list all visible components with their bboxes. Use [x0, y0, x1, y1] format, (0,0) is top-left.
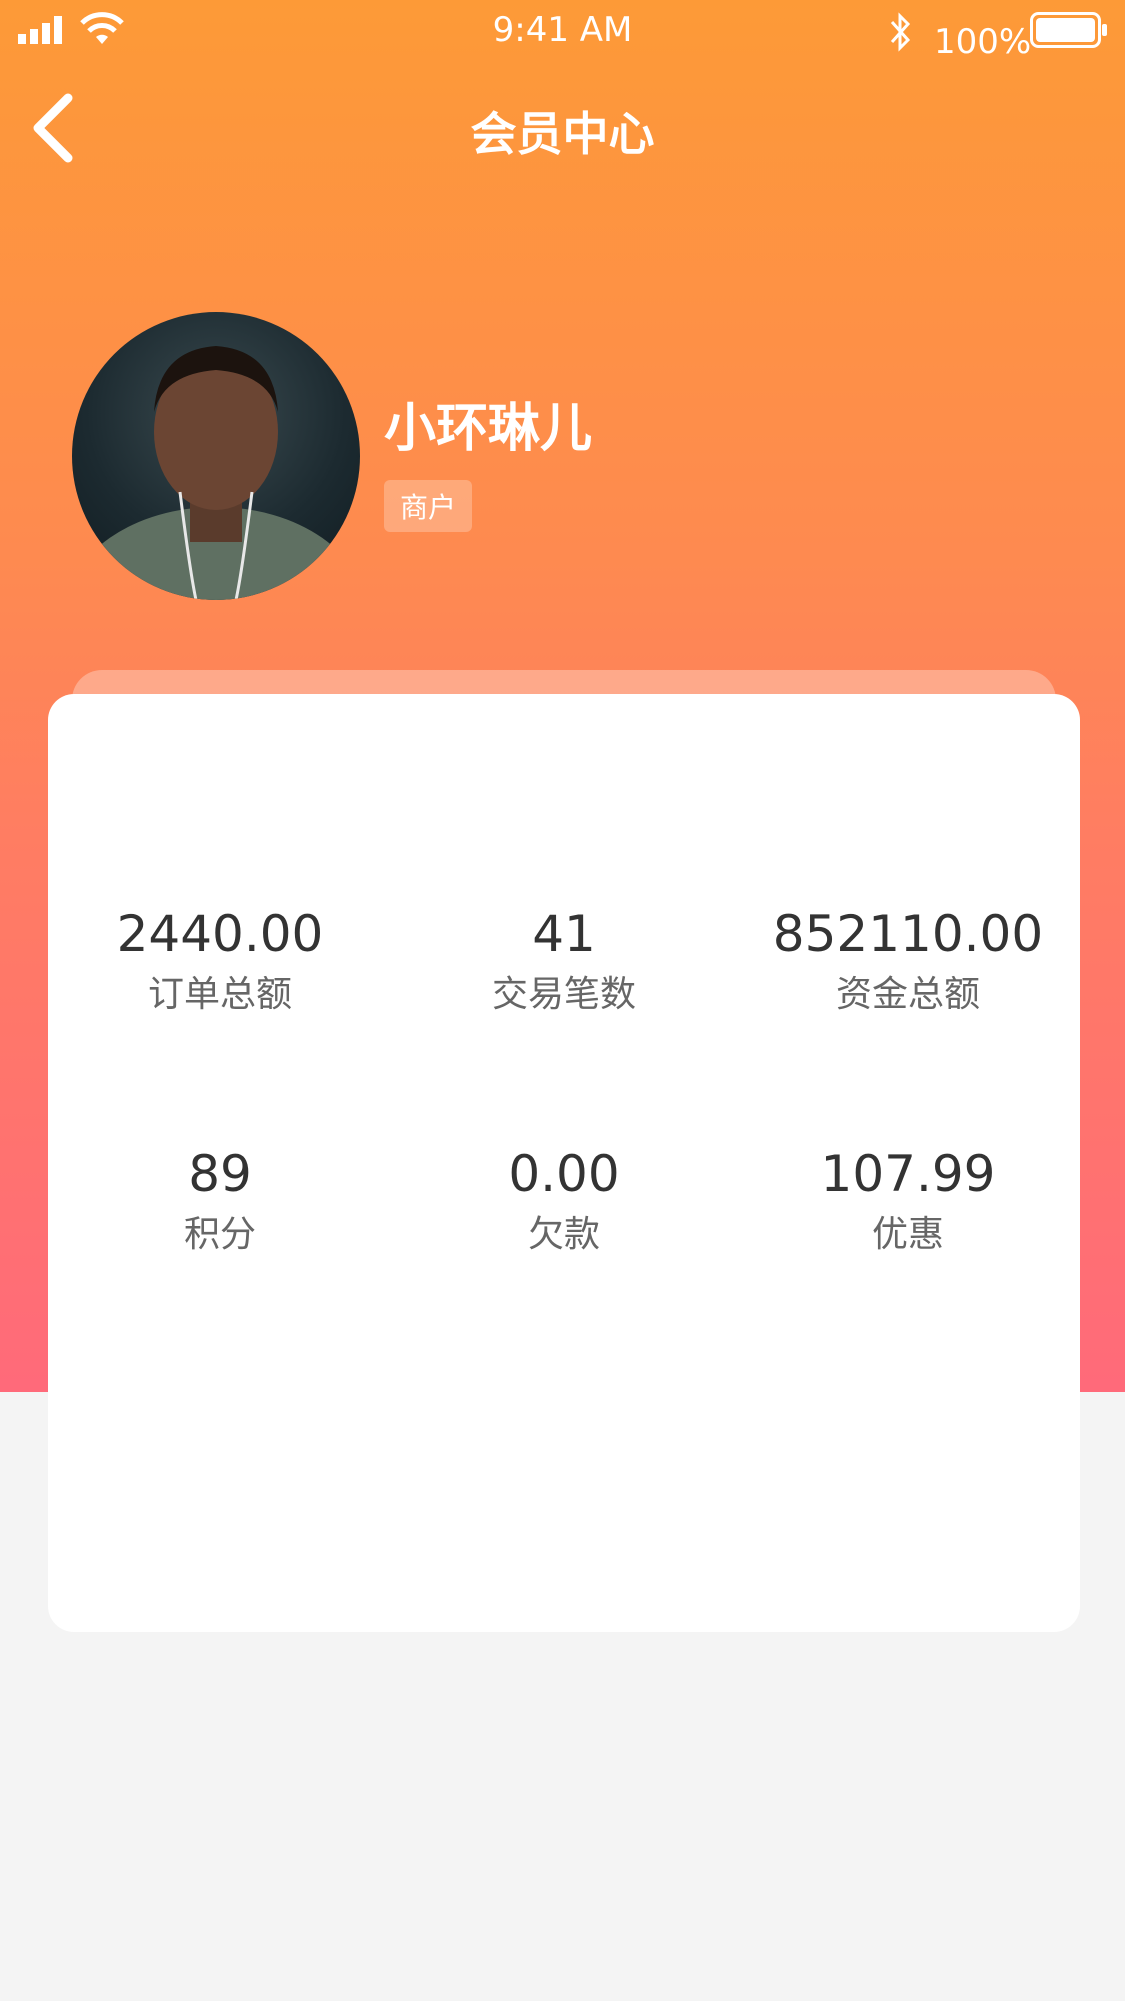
stat-value: 852110.00 [772, 905, 1044, 963]
avatar[interactable] [72, 312, 360, 600]
stat-points[interactable]: 89 积分 [48, 1144, 392, 1260]
stat-transaction-count[interactable]: 41 交易笔数 [392, 904, 736, 1020]
stat-label: 优惠 [871, 1214, 944, 1255]
stat-label: 欠款 [527, 1214, 600, 1255]
stat-value: 107.99 [820, 1145, 996, 1203]
battery-percent: 100% [934, 22, 1032, 62]
stat-order-total[interactable]: 2440.00 订单总额 [48, 904, 392, 1020]
stat-label: 资金总额 [835, 974, 980, 1015]
avatar-image [72, 346, 360, 600]
stat-value: 41 [532, 905, 596, 963]
page-title: 会员中心 [470, 107, 655, 161]
stat-value: 0.00 [508, 1145, 620, 1203]
stat-value: 89 [188, 1145, 252, 1203]
username: 小环琳儿 [384, 399, 593, 459]
bluetooth-icon [890, 12, 911, 52]
stat-label: 积分 [183, 1214, 256, 1255]
stat-label: 订单总额 [147, 974, 292, 1015]
status-bar: 9:41 AM 100% [0, 0, 1125, 64]
stat-discount[interactable]: 107.99 优惠 [736, 1144, 1080, 1260]
battery-icon [1030, 12, 1107, 48]
stat-value: 2440.00 [116, 905, 324, 963]
stats-grid: 2440.00 订单总额 41 交易笔数 852110.00 资金总额 89 积… [48, 694, 1080, 1632]
stat-fund-total[interactable]: 852110.00 资金总额 [736, 904, 1080, 1020]
stats-card: 2440.00 订单总额 41 交易笔数 852110.00 资金总额 89 积… [48, 694, 1080, 1632]
nav-bar: 会员中心 [0, 70, 1125, 184]
stat-debt[interactable]: 0.00 欠款 [392, 1144, 736, 1260]
role-badge: 商户 [384, 480, 473, 532]
stat-label: 交易笔数 [491, 974, 636, 1015]
